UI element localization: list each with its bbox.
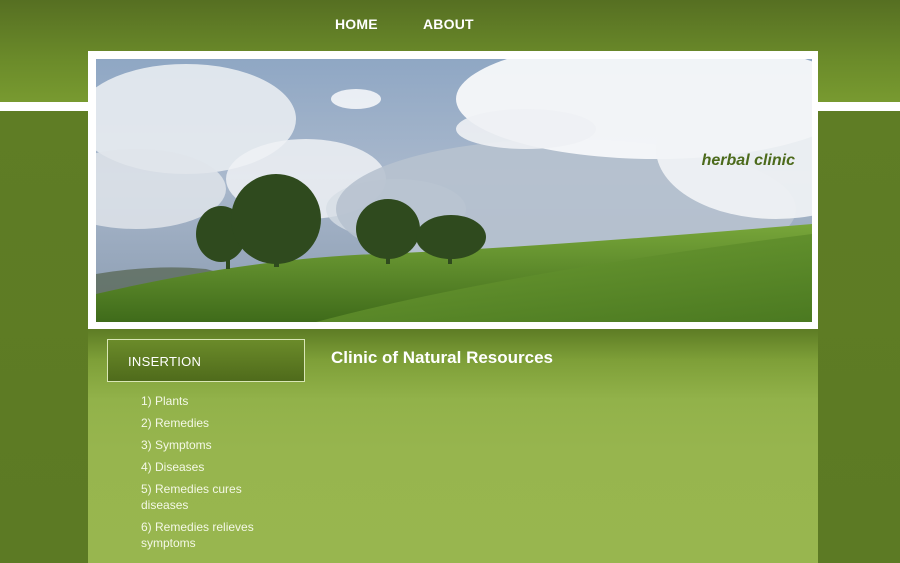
sidebar-item-symptoms[interactable]: 3) Symptoms (141, 437, 281, 453)
page-title: Clinic of Natural Resources (331, 348, 554, 367)
sidebar-item-remedies-relieves-symptoms[interactable]: 6) Remedies relieves symptoms (141, 519, 281, 551)
landscape-illustration (96, 59, 812, 322)
sidebar-item-diseases[interactable]: 4) Diseases (141, 459, 281, 475)
top-navigation: HOME ABOUT (0, 0, 900, 48)
header-banner-frame: herbal clinic (88, 51, 818, 329)
brand-name: herbal clinic (701, 152, 795, 169)
sidebar-menu-title: INSERTION (128, 354, 202, 369)
sidebar-item-plants[interactable]: 1) Plants (141, 393, 281, 409)
nav-home-link[interactable]: HOME (335, 16, 378, 32)
header-banner-image: herbal clinic (96, 59, 812, 322)
content-area: INSERTION 1) Plants 2) Remedies 3) Sympt… (88, 330, 818, 563)
sidebar-item-remedies[interactable]: 2) Remedies (141, 415, 281, 431)
nav-about-link[interactable]: ABOUT (423, 16, 474, 32)
sidebar-menu-header: INSERTION (107, 339, 305, 382)
sidebar-item-remedies-cures-diseases[interactable]: 5) Remedies cures diseases (141, 481, 281, 513)
sidebar-menu-list: 1) Plants 2) Remedies 3) Symptoms 4) Dis… (141, 393, 281, 557)
